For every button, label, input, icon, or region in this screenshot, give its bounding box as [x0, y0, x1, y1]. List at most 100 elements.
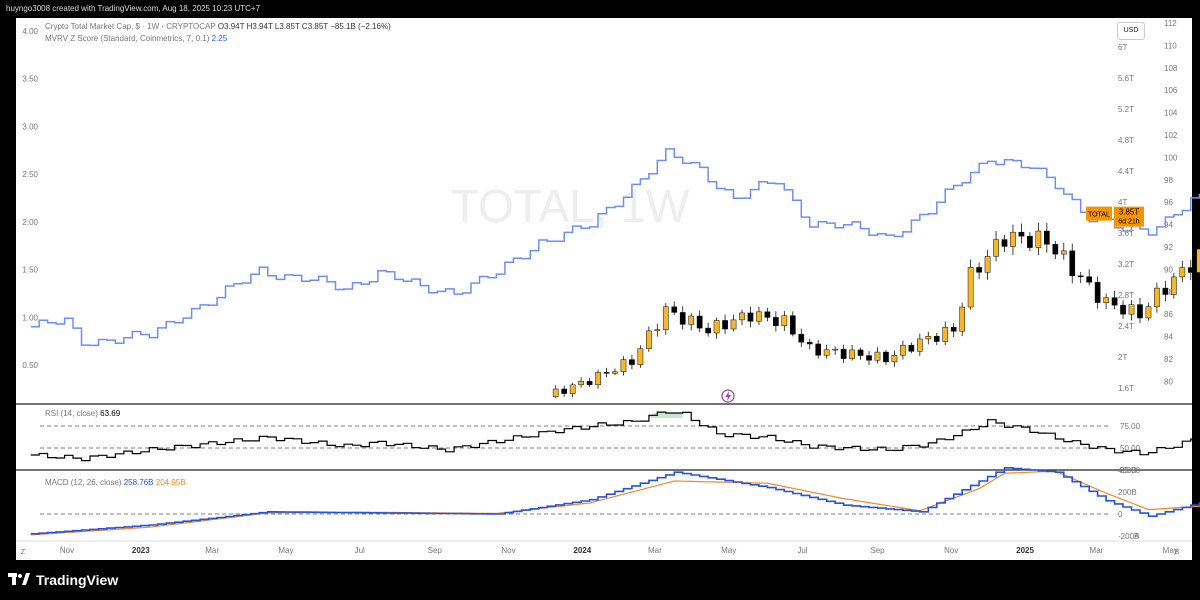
price-axis-tick: 4.4T	[1118, 167, 1134, 176]
time-axis-tick: Mar	[1090, 546, 1104, 555]
candle-body	[900, 344, 906, 356]
candle-body	[866, 355, 872, 361]
time-axis-tick: May	[721, 546, 736, 555]
candle-body	[789, 315, 796, 335]
candle-body	[942, 327, 949, 342]
tradingview-logo-icon	[8, 573, 30, 585]
chart-canvas[interactable]: TOTAL, 1W 4.00 3.50 3.00 2.50 2.00 1.50 1.00 0.5…	[0, 0, 1200, 600]
candle-body	[1187, 267, 1194, 273]
mvrv-legend: MVRV Z Score (Standard, Coinmetrics, 7, …	[45, 34, 227, 43]
candle-body	[1069, 250, 1076, 277]
main-title: Crypto Total Market Cap, $ · 1W · CRYPTO…	[45, 22, 216, 31]
time-axis-tick: Sep	[428, 546, 443, 555]
currency-button[interactable]: USD	[1117, 22, 1145, 40]
time-axis-tick: Nov	[501, 546, 515, 555]
candle-body	[883, 351, 889, 363]
candle-body	[730, 319, 737, 330]
time-axis-tick: Sep	[870, 546, 885, 555]
signal-value: 204.95B	[155, 478, 186, 487]
candle-body	[849, 349, 855, 359]
candle-body	[1111, 297, 1118, 306]
secondary-axis-tick: 96	[1164, 198, 1173, 207]
candle-body	[679, 312, 686, 325]
mvrv-axis-tick: 0.50	[22, 361, 38, 370]
candle-body	[654, 329, 661, 332]
price-axis-tick: 3.2T	[1118, 260, 1134, 269]
secondary-axis-tick: 84	[1164, 333, 1173, 342]
macd-legend: MACD (12, 26, close) 258.76B 204.95B	[45, 478, 186, 487]
candle-body	[1010, 231, 1016, 247]
candle-body	[815, 343, 822, 356]
time-axis-tick: Jul	[355, 546, 365, 555]
secondary-axis-tick: 106	[1164, 86, 1178, 95]
candle-body	[552, 388, 559, 397]
candle-body	[1001, 239, 1008, 247]
candle-body	[840, 348, 847, 359]
candle-body	[798, 333, 805, 343]
candle-body	[705, 327, 711, 334]
secondary-axis-tick: 112	[1164, 19, 1177, 28]
tradingview-logo[interactable]: TradingView	[8, 572, 118, 588]
time-axis-tick: 2025	[1016, 546, 1034, 555]
macd-title: MACD (12, 26, close)	[45, 478, 122, 487]
candle-body	[713, 320, 720, 334]
candle-body	[612, 371, 618, 374]
candle-body	[1171, 276, 1177, 295]
price-axis-tick: 1.6T	[1118, 384, 1134, 393]
candle-body	[629, 359, 635, 365]
candle-body	[662, 306, 669, 330]
price-tag-countdown: 6d 21h	[1118, 219, 1140, 226]
candle-body	[1094, 282, 1101, 303]
secondary-axis-tick: 100	[1164, 153, 1178, 162]
candle-body	[1052, 244, 1059, 255]
mvrv-title: MVRV Z Score (Standard, Coinmetrics, 7, …	[45, 34, 210, 43]
candle-body	[1120, 304, 1126, 315]
candle-body	[569, 384, 576, 394]
price-axis-tick: 6T	[1118, 43, 1127, 52]
candle-body	[637, 348, 644, 365]
time-axis-tick: May	[278, 546, 293, 555]
footer-bar	[0, 560, 1200, 600]
rsi-value: 63.69	[100, 409, 121, 418]
time-axis-tick: 2024	[573, 546, 591, 555]
candle-body	[993, 239, 999, 257]
rsi-legend: RSI (14, close) 63.69	[45, 409, 120, 418]
macd-value: 258.76B	[123, 478, 154, 487]
candle-body	[823, 349, 830, 356]
time-axis-tick: Nov	[60, 546, 74, 555]
secondary-axis-tick: 110	[1164, 41, 1177, 50]
candle-body	[696, 315, 703, 329]
candle-body	[916, 338, 923, 352]
time-axis-tick: Mar	[205, 546, 219, 555]
candle-body	[891, 355, 898, 363]
candle-body	[671, 306, 678, 313]
candle-body	[781, 315, 788, 326]
candle-body	[976, 267, 982, 273]
candle-body	[1128, 304, 1135, 315]
rsi-axis-tick: 75.00	[1120, 422, 1141, 431]
mvrv-axis-tick: 2.50	[22, 170, 38, 179]
candle-body	[1162, 287, 1169, 295]
macd-axis-tick: 200B	[1118, 488, 1137, 497]
high-value: 3.94T	[252, 22, 273, 31]
candle-body	[688, 315, 695, 325]
candle-body	[874, 351, 881, 361]
watermark-text: TOTAL, 1W	[451, 180, 690, 232]
price-axis-tick: 2.4T	[1118, 322, 1134, 331]
price-tag-symbol: TOTAL	[1088, 212, 1110, 219]
price-axis-tick: 4T	[1118, 198, 1127, 207]
candle-body	[1137, 304, 1143, 319]
mvrv-axis-tick: 3.50	[22, 75, 38, 84]
rsi-title: RSI (14, close)	[45, 409, 98, 418]
rsi-series-line	[30, 411, 1200, 462]
candle-body	[967, 267, 974, 308]
secondary-axis-tick: 104	[1164, 109, 1178, 118]
secondary-axis-tick: 80	[1164, 377, 1173, 386]
candle-body	[620, 359, 627, 373]
scale-button-left: Z	[21, 549, 26, 556]
candle-body	[1196, 248, 1200, 273]
mvrv-axis-tick: 2.00	[22, 218, 38, 227]
candle-body	[1179, 267, 1186, 278]
candle-body	[586, 381, 593, 385]
mvrv-axis-tick: 4.00	[22, 27, 38, 36]
